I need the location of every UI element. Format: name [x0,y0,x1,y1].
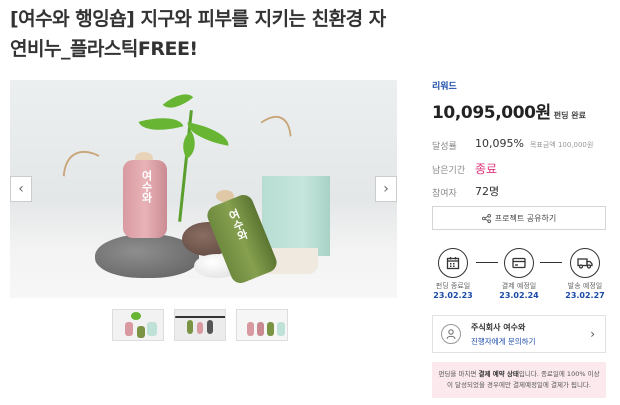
achievement-rate: 10,095% [475,137,524,150]
participants-label: 참여자 [432,189,457,199]
share-icon [481,213,491,223]
plant-leaf [162,86,194,116]
notice-line-1: 펀딩을 마치면 결제 예약 상태입니다. 종료일에 100% 이상 [438,370,600,378]
achievement-label: 달성률 [432,142,457,152]
truck-icon [570,248,600,278]
pink-soap-bar: 여수와 [123,160,167,238]
pink-soap-label: 여수와 [140,170,153,203]
reward-badge: 리워드 [432,82,457,92]
step-date: 23.02.23 [433,291,473,300]
project-title-line-1: [여수와 행잉숍] 지구와 피부를 지키는 친환경 자 [10,8,386,30]
maker-name: 주식회사 여수와 [471,323,526,332]
card-icon [504,248,534,278]
remaining-label: 남은기간 [432,166,466,176]
gallery-prev-button[interactable]: ‹ [10,176,32,202]
chevron-right-icon: › [383,181,389,197]
main-product-image: 여수와 여수와 [10,80,397,298]
funding-amount: 10,095,000원 [432,103,551,123]
step-label: 발송 예정일 [567,282,603,290]
project-title-line-2: 연비누_플라스틱FREE! [10,38,198,60]
step-label: 결제 예정일 [501,282,537,290]
notice-emphasis: 결제 예약 상태 [478,370,519,378]
thumbnail-2[interactable] [174,309,226,341]
schedule-steps: 펀딩 종료일 23.02.23 결제 예정일 23.02.24 발송 예정일 2… [432,248,606,300]
goal-amount: 목표금액 100,000원 [529,141,594,149]
thumbnail-1[interactable] [112,309,164,341]
funding-status: 펀딩 완료 [553,111,587,120]
step-date: 23.02.24 [499,291,539,300]
participants-value: 72명 [475,185,500,198]
share-project-button[interactable]: 프로젝트 공유하기 [432,206,606,230]
step-date: 23.02.27 [565,291,605,300]
step-payment: 결제 예정일 23.02.24 [494,248,544,300]
step-shipping: 발송 예정일 23.02.27 [560,248,610,300]
step-label: 펀딩 종료일 [435,282,471,290]
maker-card[interactable]: 주식회사 여수와 진행자에게 문의하기 › [432,315,606,353]
soap-box-mint [262,176,330,256]
achievement-value: 10,095% 목표금액 100,000원 [475,137,593,150]
thumbnail-3[interactable] [236,309,288,341]
gallery-next-button[interactable]: › [375,176,397,202]
project-title: [여수와 행잉숍] 지구와 피부를 지키는 친환경 자 연비누_플라스틱FREE… [10,4,410,64]
step-funding-end: 펀딩 종료일 23.02.23 [428,248,478,300]
thumbnail-strip [112,309,288,341]
plant-leaf [138,110,184,138]
user-avatar-icon [441,324,461,344]
green-soap-label: 여수와 [225,207,251,243]
payment-notice: 펀딩을 마치면 결제 예약 상태입니다. 종료일에 100% 이상 이 달성되었… [432,362,606,398]
chevron-right-icon: › [590,327,595,341]
share-button-label: 프로젝트 공유하기 [494,213,557,223]
chevron-left-icon: ‹ [18,181,24,197]
remaining-value: 종료 [475,162,498,176]
contact-maker-link[interactable]: 진행자에게 문의하기 [471,336,535,347]
funding-amount-row: 10,095,000원 펀딩 완료 [432,98,586,123]
notice-line-2: 이 달성되었을 경우에만 결제예정일에 결제가 됩니다. [447,381,591,389]
calendar-icon [438,248,468,278]
